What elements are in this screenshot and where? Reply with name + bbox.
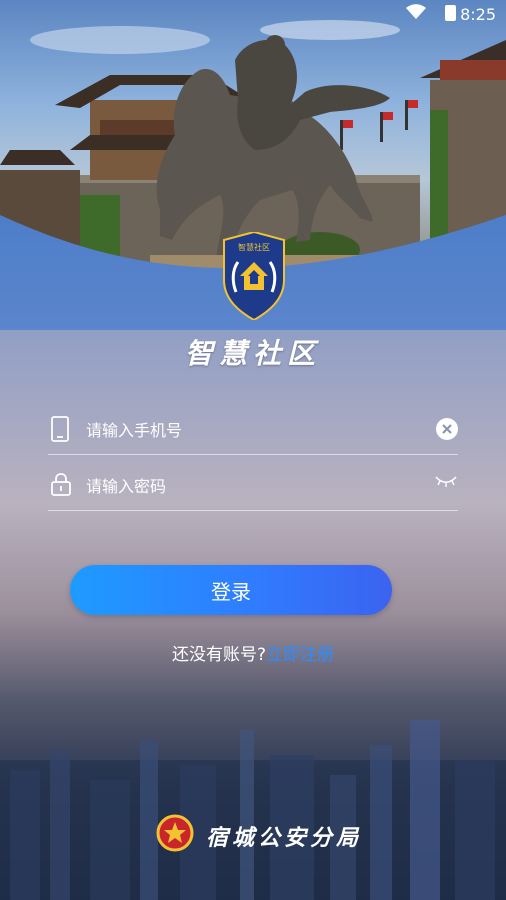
register-link[interactable]: 立即注册 bbox=[266, 645, 334, 665]
phone-input[interactable] bbox=[84, 416, 408, 444]
register-prompt: 还没有账号?立即注册 bbox=[0, 640, 506, 665]
footer: 宿城公安分局 bbox=[0, 810, 506, 858]
wifi-icon bbox=[406, 4, 426, 19]
eye-closed-icon[interactable] bbox=[434, 474, 458, 488]
phone-icon bbox=[51, 416, 69, 442]
password-field bbox=[48, 460, 458, 511]
clear-icon[interactable] bbox=[436, 418, 458, 440]
community-badge-logo: 智慧社区 bbox=[218, 230, 290, 322]
battery-icon bbox=[445, 5, 456, 21]
lock-icon bbox=[51, 473, 71, 496]
phone-field bbox=[48, 404, 458, 455]
app-title: 智慧社区 bbox=[184, 337, 321, 370]
police-emblem-icon bbox=[156, 814, 194, 852]
password-input[interactable] bbox=[84, 472, 408, 500]
city-skyline bbox=[0, 720, 506, 900]
status-time: 8:25 bbox=[460, 5, 496, 24]
badge-text: 智慧社区 bbox=[238, 242, 270, 252]
register-prompt-text: 还没有账号? bbox=[171, 645, 267, 665]
organization-name: 宿城公安分局 bbox=[206, 825, 363, 851]
login-button[interactable]: 登录 bbox=[70, 565, 392, 615]
status-bar: 8:25 bbox=[0, 0, 506, 28]
